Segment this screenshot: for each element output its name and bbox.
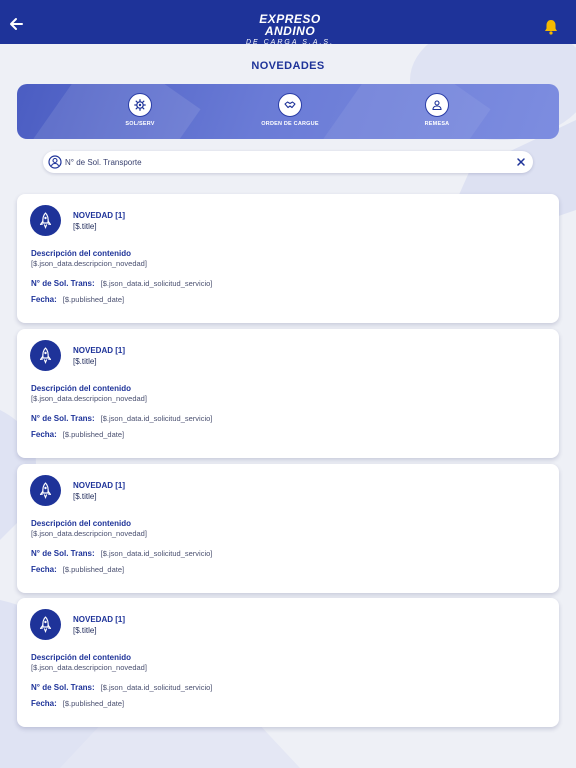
fecha-label: Fecha: [31, 430, 57, 439]
clear-icon[interactable] [516, 157, 526, 167]
card-title: NOVEDAD [1] [73, 346, 126, 355]
fecha-row: Fecha: [$.published_date] [31, 430, 124, 439]
solicitud-row: N° de Sol. Trans: [$.json_data.id_solicit… [31, 683, 212, 692]
gear-icon [128, 93, 152, 117]
rocket-icon [30, 475, 61, 506]
quick-action-label: REMESA [424, 121, 450, 127]
fecha-row: Fecha: [$.published_date] [31, 699, 124, 708]
quick-action-sol-serv[interactable]: SOL/SERV [90, 93, 190, 127]
card-title: NOVEDAD [1] [73, 615, 126, 624]
fecha-label: Fecha: [31, 295, 57, 304]
card-subtitle: [$.title] [73, 492, 97, 501]
solicitud-value: [$.json_data.id_solicitud_servicio] [100, 549, 213, 558]
company-logo: EXPRESO ANDINO DE CARGA S.A.S. [240, 12, 340, 46]
back-arrow-icon[interactable] [6, 13, 28, 35]
novedad-card[interactable]: NOVEDAD [1] [$.title] Descripción del co… [17, 329, 559, 458]
user-circle-icon [48, 155, 62, 169]
card-subtitle: [$.title] [73, 626, 97, 635]
app-header: EXPRESO ANDINO DE CARGA S.A.S. [0, 0, 576, 46]
search-bar [43, 151, 533, 173]
logo-line1: EXPRESO ANDINO [259, 12, 321, 38]
card-title: NOVEDAD [1] [73, 481, 126, 490]
quick-action-label: ORDEN DE CARGUE [261, 121, 319, 127]
description-label: Descripción del contenido [31, 384, 132, 393]
fecha-label: Fecha: [31, 565, 57, 574]
fecha-value: [$.published_date] [62, 295, 125, 304]
description-label: Descripción del contenido [31, 249, 132, 258]
rocket-icon [30, 205, 61, 236]
quick-actions-bar: SOL/SERV ORDEN DE CARGUE REMESA [17, 84, 559, 139]
description-value: [$.json_data.descripcion_novedad] [31, 663, 147, 672]
page-title: NOVEDADES [251, 60, 325, 72]
solicitud-value: [$.json_data.id_solicitud_servicio] [100, 414, 213, 423]
description-value: [$.json_data.descripcion_novedad] [31, 529, 147, 538]
rocket-icon [30, 609, 61, 640]
novedad-card[interactable]: NOVEDAD [1] [$.title] Descripción del co… [17, 598, 559, 727]
handshake-icon [278, 93, 302, 117]
fecha-row: Fecha: [$.published_date] [31, 565, 124, 574]
solicitud-label: N° de Sol. Trans: [31, 414, 95, 423]
quick-action-label: SOL/SERV [125, 121, 155, 127]
card-subtitle: [$.title] [73, 357, 97, 366]
quick-action-orden-de-cargue[interactable]: ORDEN DE CARGUE [240, 93, 340, 127]
solicitud-label: N° de Sol. Trans: [31, 549, 95, 558]
solicitud-value: [$.json_data.id_solicitud_servicio] [100, 279, 213, 288]
logo-line2: DE CARGA S.A.S. [245, 39, 335, 46]
novedad-card[interactable]: NOVEDAD [1] [$.title] Descripción del co… [17, 464, 559, 593]
description-label: Descripción del contenido [31, 653, 132, 662]
quick-action-remesa[interactable]: REMESA [387, 93, 487, 127]
solicitud-row: N° de Sol. Trans: [$.json_data.id_solicit… [31, 549, 212, 558]
card-subtitle: [$.title] [73, 222, 97, 231]
fecha-label: Fecha: [31, 699, 57, 708]
novedad-card[interactable]: NOVEDAD [1] [$.title] Descripción del co… [17, 194, 559, 323]
fecha-value: [$.published_date] [62, 699, 125, 708]
solicitud-row: N° de Sol. Trans: [$.json_data.id_solicit… [31, 414, 212, 423]
search-input[interactable] [65, 154, 495, 170]
description-value: [$.json_data.descripcion_novedad] [31, 259, 147, 268]
notification-bell-icon[interactable] [542, 18, 560, 36]
fecha-value: [$.published_date] [62, 565, 125, 574]
description-label: Descripción del contenido [31, 519, 132, 528]
fecha-value: [$.published_date] [62, 430, 125, 439]
solicitud-value: [$.json_data.id_solicitud_servicio] [100, 683, 213, 692]
description-value: [$.json_data.descripcion_novedad] [31, 394, 147, 403]
solicitud-label: N° de Sol. Trans: [31, 683, 95, 692]
card-title: NOVEDAD [1] [73, 211, 126, 220]
person-icon [425, 93, 449, 117]
solicitud-label: N° de Sol. Trans: [31, 279, 95, 288]
rocket-icon [30, 340, 61, 371]
solicitud-row: N° de Sol. Trans: [$.json_data.id_solicit… [31, 279, 212, 288]
fecha-row: Fecha: [$.published_date] [31, 295, 124, 304]
